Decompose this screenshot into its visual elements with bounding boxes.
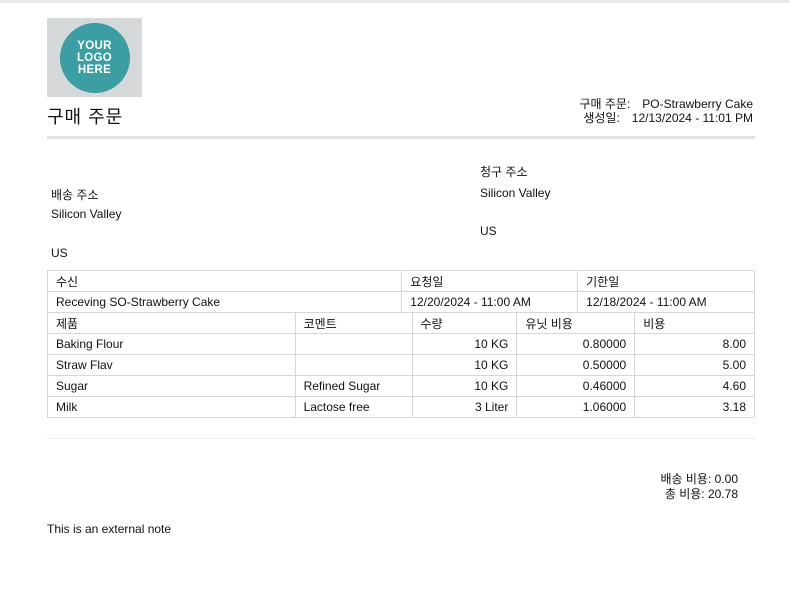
due-date-value: 12/18/2024 - 11:00 AM [577, 291, 755, 313]
cost-cell: 4.60 [634, 375, 755, 397]
cost-cell: 5.00 [634, 354, 755, 376]
external-note: This is an external note [47, 522, 172, 536]
items-table: 제품 코멘트 수량 유닛 비용 비용 Baking Flour 10 KG 0.… [47, 313, 755, 418]
order-info-header-row: 수신 요청일 기한일 [46, 270, 755, 292]
logo-text-line-2: LOGO [76, 51, 113, 64]
cost-cell: 3.18 [634, 396, 755, 418]
comment-header: 코멘트 [294, 313, 413, 334]
order-info-value-row: Receving SO-Strawberry Cake 12/20/2024 -… [46, 291, 755, 313]
table-divider [47, 438, 755, 439]
quantity-cell: 3 Liter [411, 396, 518, 418]
shipping-address-country: US [51, 246, 68, 260]
request-date-header: 요청일 [401, 270, 579, 292]
billing-address-label: 청구 주소 [480, 165, 528, 179]
order-meta: 구매 주문: PO-Strawberry Cake 생성일: 12/13/202… [579, 97, 753, 125]
unit-cost-cell: 0.80000 [516, 333, 636, 355]
comment-cell: Refined Sugar [294, 375, 413, 397]
cost-header: 비용 [634, 313, 755, 334]
po-number-label: 구매 주문: [579, 97, 631, 111]
table-row: Sugar Refined Sugar 10 KG 0.46000 4.60 [47, 375, 755, 397]
request-date-value: 12/20/2024 - 11:00 AM [401, 291, 579, 313]
order-info-table: 수신 요청일 기한일 Receving SO-Strawberry Cake 1… [46, 270, 755, 313]
page-title: 구매 주문 [47, 107, 124, 127]
due-date-header: 기한일 [577, 270, 755, 292]
unit-cost-header: 유닛 비용 [516, 313, 636, 334]
shipping-address-line: Silicon Valley [51, 207, 122, 221]
cost-cell: 8.00 [634, 333, 755, 355]
header-divider [47, 136, 755, 139]
receiver-header: 수신 [46, 270, 403, 292]
product-header: 제품 [47, 313, 296, 334]
unit-cost-cell: 0.46000 [516, 375, 636, 397]
totals-block: 배송 비용: 0.00 총 비용: 20.78 [660, 472, 738, 502]
quantity-header: 수량 [411, 313, 518, 334]
shipping-address-label: 배송 주소 [51, 188, 99, 202]
comment-cell [294, 333, 413, 355]
logo-text-line-1: YOUR [77, 39, 112, 52]
quantity-cell: 10 KG [411, 375, 518, 397]
quantity-cell: 10 KG [411, 333, 518, 355]
company-logo: YOUR LOGO HERE [47, 18, 142, 97]
receiver-value: Receving SO-Strawberry Cake [46, 291, 403, 313]
logo-circle: YOUR LOGO HERE [59, 22, 130, 93]
po-number-row: 구매 주문: PO-Strawberry Cake [579, 97, 753, 111]
product-cell: Baking Flour [47, 333, 296, 355]
unit-cost-cell: 0.50000 [516, 354, 636, 376]
product-cell: Sugar [47, 375, 296, 397]
created-date-label: 생성일: [583, 111, 620, 125]
quantity-cell: 10 KG [411, 354, 518, 376]
unit-cost-cell: 1.06000 [516, 396, 636, 418]
items-header-row: 제품 코멘트 수량 유닛 비용 비용 [47, 313, 755, 334]
table-row: Milk Lactose free 3 Liter 1.06000 3.18 [47, 396, 755, 418]
product-cell: Milk [47, 396, 296, 418]
table-row: Straw Flav 10 KG 0.50000 5.00 [47, 354, 755, 376]
shipping-cost: 배송 비용: 0.00 [660, 472, 738, 486]
top-border [0, 0, 790, 3]
created-date-value: 12/13/2024 - 11:01 PM [631, 111, 753, 125]
billing-address-country: US [480, 224, 497, 238]
table-row: Baking Flour 10 KG 0.80000 8.00 [47, 333, 755, 355]
comment-cell [294, 354, 413, 376]
total-cost: 총 비용: 20.78 [664, 487, 738, 501]
product-cell: Straw Flav [47, 354, 296, 376]
logo-text-line-3: HERE [77, 63, 112, 76]
created-date-row: 생성일: 12/13/2024 - 11:01 PM [579, 111, 753, 125]
comment-cell: Lactose free [294, 396, 413, 418]
po-number-value: PO-Strawberry Cake [642, 97, 753, 111]
billing-address-line: Silicon Valley [480, 186, 551, 200]
